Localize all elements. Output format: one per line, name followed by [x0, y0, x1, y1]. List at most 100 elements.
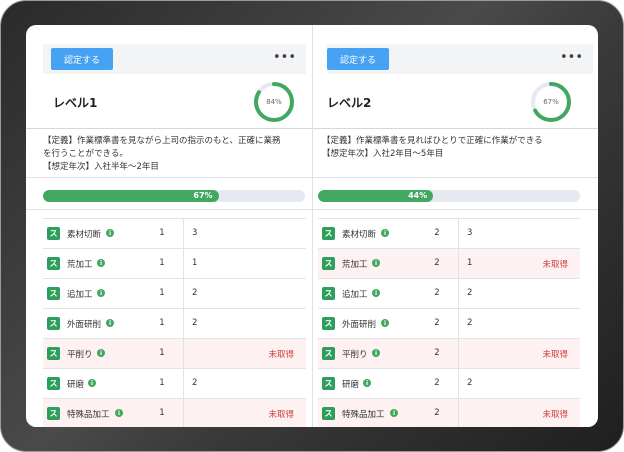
required-level: 2 [434, 318, 440, 328]
skill-badge: ス [47, 407, 60, 420]
level-column-2: 認定する ••• レベル2 67% 【定義】作業標準書を見ればひとりで正確に作業… [312, 25, 598, 427]
completion-ring: 84% [252, 80, 296, 124]
more-horizontal-icon[interactable]: ••• [273, 50, 296, 66]
skill-row[interactable]: ス平削り i 1 未取得 [43, 338, 306, 369]
skill-name: 研磨 [342, 380, 360, 390]
progress-bar: 67% [43, 190, 305, 202]
divider [313, 177, 598, 178]
skill-name: 荒加工 [342, 260, 368, 270]
info-icon[interactable]: i [381, 229, 389, 237]
level-title: レベル1 [53, 96, 98, 110]
actual-level: 1 [192, 258, 198, 268]
required-level: 2 [434, 258, 440, 268]
required-level: 1 [159, 408, 165, 418]
skill-table: ス素材切断 i 2 3 ス荒加工 i 2 1 未取得ス追加工 i 2 2 ス外面研削 i 2 2 ス平削り i 2 未… [318, 218, 580, 427]
level-toolbar: 認定する ••• [43, 44, 306, 74]
definition-line: 【想定年次】入社2年目〜5年目 [322, 149, 444, 159]
skill-name: 追加工 [342, 290, 368, 300]
certify-button[interactable]: 認定する [327, 48, 389, 70]
completion-ring: 67% [529, 80, 573, 124]
skill-row[interactable]: ス研磨 i 2 2 [318, 368, 580, 399]
cell-divider [183, 279, 184, 309]
skill-row[interactable]: ス荒加工 i 2 1 未取得 [318, 248, 580, 279]
definition-line: を行うことができる。 [43, 149, 128, 159]
actual-level: 3 [467, 228, 473, 238]
info-icon[interactable]: i [106, 319, 114, 327]
info-icon[interactable]: i [372, 259, 380, 267]
progress-bar: 44% [318, 190, 580, 202]
cell-divider [458, 219, 459, 249]
more-horizontal-icon[interactable]: ••• [560, 50, 583, 66]
skill-badge: ス [322, 317, 335, 330]
skill-badge: ス [322, 287, 335, 300]
divider [26, 209, 312, 210]
skill-name: 特殊品加工 [342, 410, 385, 420]
skill-name: 荒加工 [67, 260, 93, 270]
level-header: レベル2 67% [313, 75, 598, 129]
skill-row[interactable]: ス素材切断 i 1 3 [43, 218, 306, 249]
skill-name: 追加工 [67, 290, 93, 300]
level-definition: 【定義】作業標準書を見ればひとりで正確に作業ができる 【想定年次】入社2年目〜5… [322, 135, 587, 161]
required-level: 2 [434, 348, 440, 358]
info-icon[interactable]: i [115, 409, 123, 417]
required-level: 1 [159, 348, 165, 358]
info-icon[interactable]: i [372, 289, 380, 297]
required-level: 1 [159, 258, 165, 268]
level-column-1: 認定する ••• レベル1 84% 【定義】作業標準書を見ながら上司の指示のもと… [26, 25, 312, 427]
cell-divider [458, 249, 459, 279]
skill-badge: ス [47, 347, 60, 360]
skill-name: 素材切断 [67, 230, 102, 240]
skill-row[interactable]: ス荒加工 i 1 1 [43, 248, 306, 279]
skill-row[interactable]: ス追加工 i 1 2 [43, 278, 306, 309]
skill-badge: ス [47, 227, 60, 240]
status-label: 未取得 [268, 410, 294, 420]
info-icon[interactable]: i [88, 379, 96, 387]
skill-badge: ス [322, 227, 335, 240]
ring-percent-label: 67% [543, 98, 559, 106]
skill-row[interactable]: ス特殊品加工 i 2 未取得 [318, 398, 580, 427]
info-icon[interactable]: i [97, 289, 105, 297]
level-definition: 【定義】作業標準書を見ながら上司の指示のもと、正確に業務 を行うことができる。 … [43, 135, 308, 174]
skill-row[interactable]: ス外面研削 i 1 2 [43, 308, 306, 339]
skill-badge: ス [47, 317, 60, 330]
info-icon[interactable]: i [372, 349, 380, 357]
ring-percent-label: 84% [266, 98, 282, 106]
status-label: 未取得 [542, 350, 568, 360]
skill-badge: ス [322, 377, 335, 390]
cell-divider [183, 339, 184, 369]
skill-row[interactable]: ス追加工 i 2 2 [318, 278, 580, 309]
info-icon[interactable]: i [97, 349, 105, 357]
actual-level: 3 [192, 228, 198, 238]
info-icon[interactable]: i [363, 379, 371, 387]
skill-name: 素材切断 [342, 230, 377, 240]
required-level: 1 [159, 288, 165, 298]
skill-name: 外面研削 [342, 320, 377, 330]
skill-row[interactable]: ス研磨 i 1 2 [43, 368, 306, 399]
cell-divider [183, 219, 184, 249]
info-icon[interactable]: i [106, 229, 114, 237]
actual-level: 2 [467, 288, 473, 298]
actual-level: 2 [467, 378, 473, 388]
definition-line: 【定義】作業標準書を見ればひとりで正確に作業ができる [322, 136, 543, 146]
skill-badge: ス [47, 377, 60, 390]
skill-row[interactable]: ス特殊品加工 i 1 未取得 [43, 398, 306, 427]
info-icon[interactable]: i [390, 409, 398, 417]
level-toolbar: 認定する ••• [327, 44, 593, 74]
cell-divider [458, 369, 459, 399]
cell-divider [458, 279, 459, 309]
actual-level: 2 [192, 318, 198, 328]
certify-button[interactable]: 認定する [51, 48, 113, 70]
actual-level: 2 [192, 378, 198, 388]
skill-row[interactable]: ス平削り i 2 未取得 [318, 338, 580, 369]
required-level: 1 [159, 228, 165, 238]
skill-name: 特殊品加工 [67, 410, 110, 420]
skill-badge: ス [322, 257, 335, 270]
required-level: 2 [434, 228, 440, 238]
cell-divider [458, 339, 459, 369]
skill-badge: ス [47, 257, 60, 270]
info-icon[interactable]: i [381, 319, 389, 327]
skill-row[interactable]: ス素材切断 i 2 3 [318, 218, 580, 249]
skill-row[interactable]: ス外面研削 i 2 2 [318, 308, 580, 339]
skill-badge: ス [322, 347, 335, 360]
info-icon[interactable]: i [97, 259, 105, 267]
